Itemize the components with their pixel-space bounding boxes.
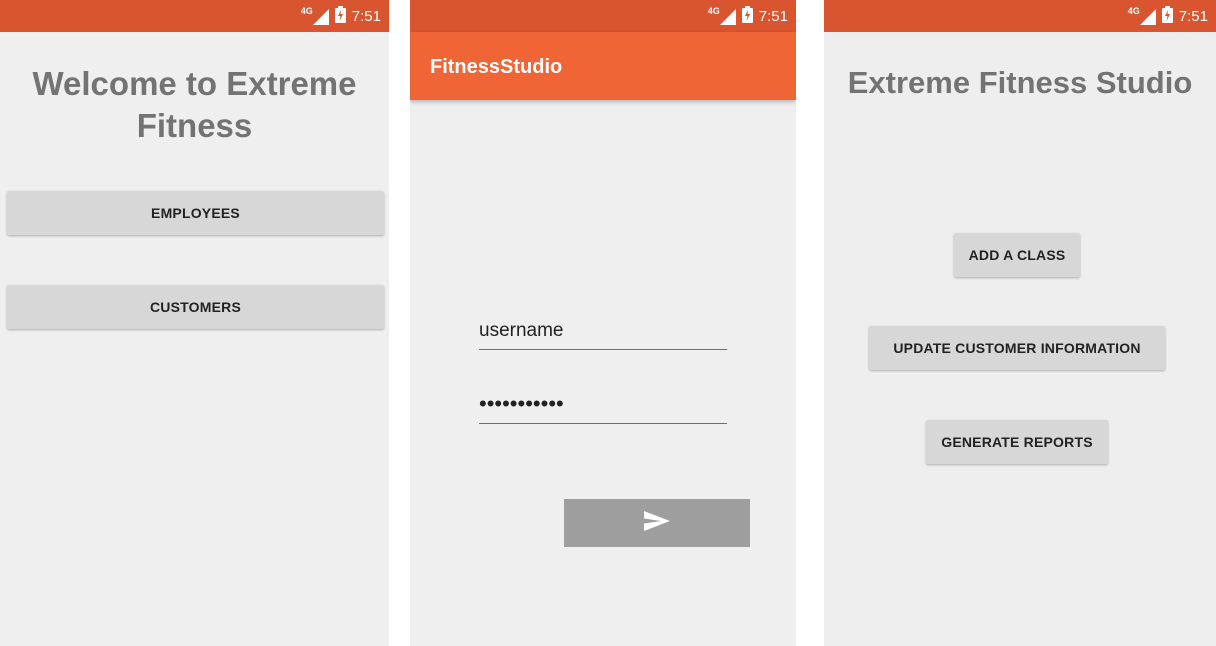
signal-icon: 4G [301, 6, 329, 26]
app-title: FitnessStudio [430, 56, 563, 78]
network-type: 4G [707, 6, 720, 16]
studio-title: Extreme Fitness Studio [847, 65, 1193, 100]
battery-icon [741, 5, 753, 27]
status-bar: 4G 7:51 [824, 0, 1216, 32]
password-field[interactable]: ••••••••••• [479, 392, 727, 424]
status-time: 7:51 [758, 7, 788, 25]
status-icons: 4G 7:51 [708, 0, 788, 32]
update-customer-button[interactable]: UPDATE CUSTOMER INFORMATION [869, 326, 1165, 370]
add-class-button[interactable]: ADD A CLASS [954, 233, 1080, 277]
network-type: 4G [300, 6, 313, 16]
network-type: 4G [1127, 6, 1140, 16]
status-time: 7:51 [1178, 7, 1208, 25]
signal-icon: 4G [708, 6, 736, 26]
send-arrow-icon [644, 510, 670, 536]
status-icons: 4G 7:51 [301, 0, 381, 32]
status-bar: 4G 7:51 [0, 0, 389, 32]
battery-icon [334, 5, 346, 27]
customers-button[interactable]: CUSTOMERS [7, 285, 384, 329]
welcome-screen: 4G 7:51 Welcome to Extreme Fitness EMPLO… [0, 0, 389, 646]
login-screen: 4G 7:51 FitnessStudio username •••••••••… [410, 0, 796, 646]
status-time: 7:51 [351, 7, 381, 25]
battery-icon [1161, 5, 1173, 27]
status-bar: 4G 7:51 [410, 0, 796, 32]
action-bar: FitnessStudio [410, 32, 796, 100]
employee-menu-screen: 4G 7:51 Extreme Fitness Studio ADD A CLA… [824, 0, 1216, 646]
generate-reports-button[interactable]: GENERATE REPORTS [926, 420, 1108, 464]
signal-icon: 4G [1128, 6, 1156, 26]
status-icons: 4G 7:51 [1128, 0, 1208, 32]
welcome-title: Welcome to Extreme Fitness [32, 65, 357, 144]
employees-button[interactable]: EMPLOYEES [7, 191, 384, 235]
login-submit-button[interactable] [564, 499, 750, 547]
username-field[interactable]: username [479, 318, 727, 350]
